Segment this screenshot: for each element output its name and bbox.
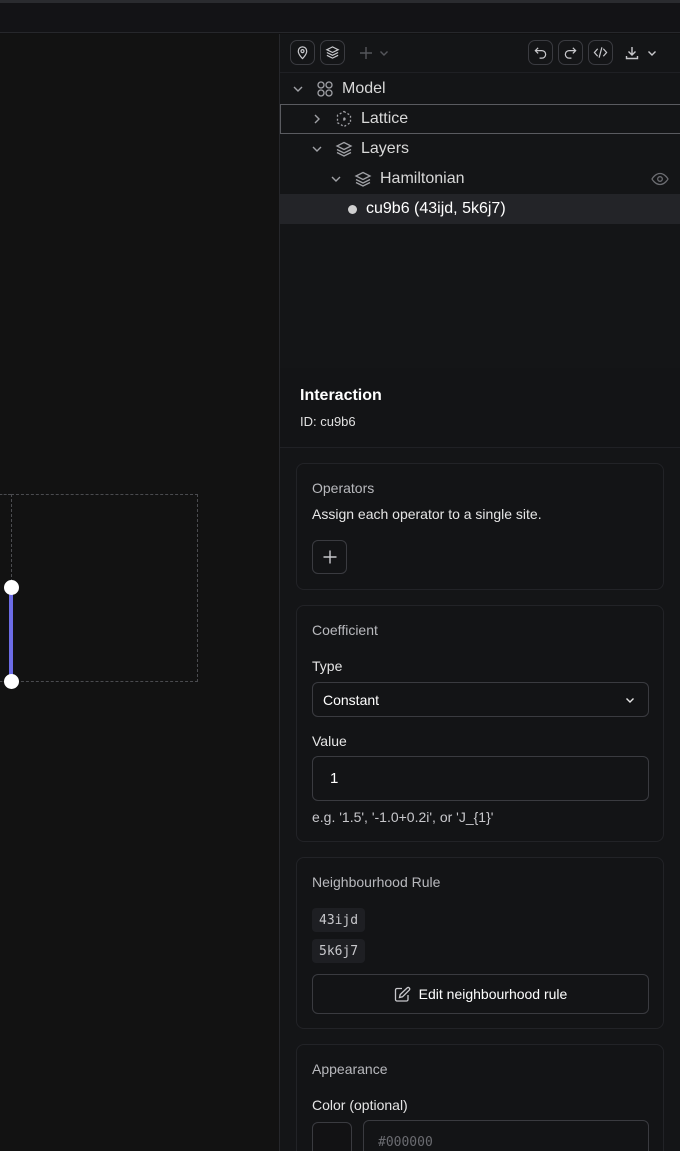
- map-pin-icon: [297, 46, 308, 60]
- tree-item-label: Lattice: [361, 110, 409, 127]
- value-hint: e.g. '1.5', '-1.0+0.2i', or 'J_{1}': [312, 809, 494, 825]
- appearance-title: Appearance: [312, 1061, 388, 1077]
- tree-item-layers[interactable]: Layers: [280, 134, 680, 164]
- code-button[interactable]: [588, 40, 613, 65]
- tree-item-label: cu9b6 (43ijd, 5k6j7): [366, 200, 506, 217]
- undo-icon: [534, 47, 547, 59]
- coefficient-title: Coefficient: [312, 622, 378, 638]
- location-button[interactable]: [290, 40, 315, 65]
- edit-neighbourhood-rule-button[interactable]: Edit neighbourhood rule: [312, 974, 649, 1014]
- redo-icon: [564, 47, 577, 59]
- details-header: Interaction ID: cu9b6: [280, 368, 680, 448]
- layers-icon: [354, 171, 372, 187]
- top-bar: [0, 0, 680, 33]
- neighbourhood-card: Neighbourhood Rule 43ijd 5k6j7 Edit neig…: [296, 857, 664, 1029]
- value-label: Value: [312, 733, 347, 749]
- add-menu-button[interactable]: [358, 40, 390, 65]
- color-label: Color (optional): [312, 1097, 408, 1113]
- chevron-right-icon[interactable]: [311, 113, 323, 125]
- edit-icon: [394, 986, 410, 1002]
- grid-icon: [317, 81, 333, 97]
- color-input-placeholder: #000000: [378, 1135, 433, 1150]
- tree-item-label: Hamiltonian: [380, 170, 465, 187]
- edit-neighbourhood-label: Edit neighbourhood rule: [418, 986, 568, 1002]
- operators-title: Operators: [312, 480, 375, 496]
- chevron-down-icon[interactable]: [330, 173, 342, 185]
- color-swatch[interactable]: [312, 1122, 352, 1151]
- type-select-value: Constant: [323, 691, 380, 708]
- type-label: Type: [312, 658, 343, 674]
- chevron-down-icon: [648, 50, 656, 56]
- plus-icon: [323, 550, 336, 564]
- undo-button[interactable]: [528, 40, 553, 65]
- chevron-down-icon[interactable]: [292, 83, 304, 95]
- side-panel: Model Lattice Layers Hamiltonian cu9b6 (…: [279, 34, 680, 1151]
- redo-button[interactable]: [558, 40, 583, 65]
- code-icon: [593, 47, 608, 58]
- site-node-bottom[interactable]: [4, 674, 19, 689]
- selection-rectangle: [11, 494, 198, 682]
- neighbourhood-title: Neighbourhood Rule: [312, 874, 441, 890]
- details-title: Interaction: [300, 387, 382, 404]
- chevron-down-icon: [380, 50, 388, 56]
- site-chip: 43ijd: [312, 908, 366, 932]
- layers-button[interactable]: [320, 40, 345, 65]
- coefficient-card: Coefficient Type Constant Value 1 e.g. '…: [296, 605, 664, 842]
- plus-icon: [360, 46, 372, 59]
- tree-item-label: Model: [342, 80, 386, 97]
- chevron-down-icon: [626, 698, 634, 703]
- details-id: ID: cu9b6: [300, 414, 356, 429]
- interaction-dot-icon: [348, 204, 357, 214]
- eye-icon[interactable]: [651, 171, 669, 187]
- operators-description: Assign each operator to a single site.: [312, 506, 542, 522]
- type-select[interactable]: Constant: [312, 682, 649, 717]
- tree-item-lattice[interactable]: Lattice: [280, 104, 680, 134]
- add-operator-button[interactable]: [312, 540, 347, 574]
- site-chip: 5k6j7: [312, 939, 366, 963]
- interaction-bond[interactable]: [9, 588, 13, 681]
- tree-item-interaction[interactable]: cu9b6 (43ijd, 5k6j7): [280, 194, 680, 224]
- layers-icon: [335, 141, 353, 157]
- chevron-down-icon[interactable]: [311, 143, 323, 155]
- lattice-icon: [336, 110, 352, 128]
- color-input[interactable]: #000000: [363, 1120, 649, 1151]
- site-node-top[interactable]: [4, 580, 19, 595]
- tree-item-hamiltonian[interactable]: Hamiltonian: [280, 164, 680, 194]
- tree-item-label: Layers: [361, 140, 410, 157]
- value-input-text: 1: [330, 770, 339, 787]
- appearance-card: Appearance Color (optional) #000000: [296, 1044, 664, 1151]
- panel-toolbar: [280, 34, 680, 73]
- tree-item-model[interactable]: Model: [280, 74, 680, 104]
- download-menu-button[interactable]: [624, 40, 658, 65]
- layers-icon: [325, 46, 340, 59]
- lattice-canvas[interactable]: [0, 34, 279, 1151]
- download-icon: [625, 46, 639, 59]
- value-input[interactable]: 1: [312, 756, 649, 801]
- operators-card: Operators Assign each operator to a sing…: [296, 463, 664, 590]
